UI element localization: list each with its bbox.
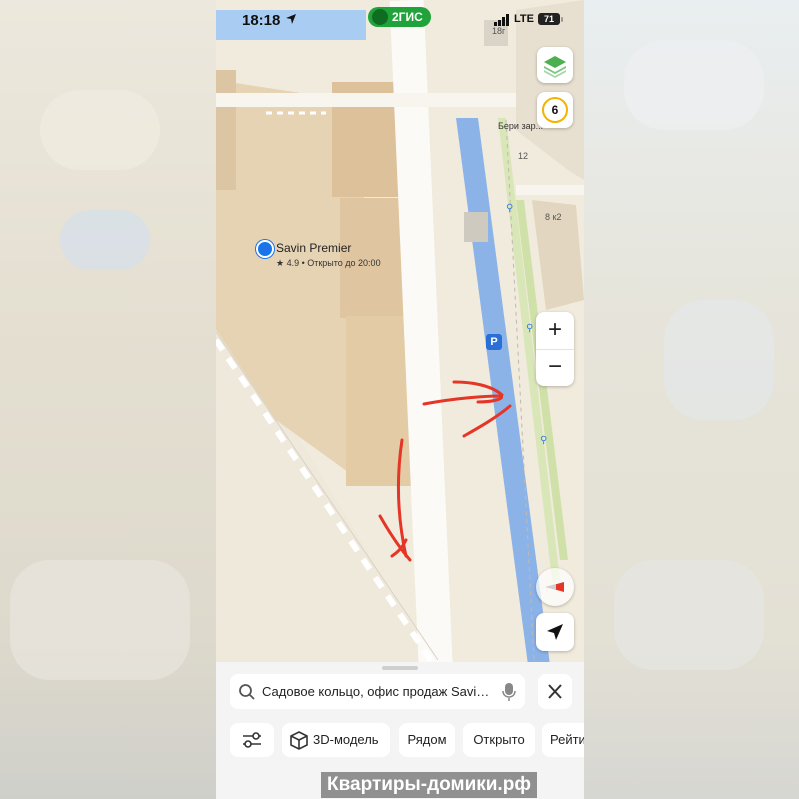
traffic-level: 6 bbox=[542, 97, 568, 123]
chip-label: 3D-модель bbox=[313, 732, 379, 747]
filters-button[interactable] bbox=[230, 723, 274, 757]
search-query: Садовое кольцо, офис продаж Savin Premie… bbox=[262, 684, 494, 699]
bike-icon[interactable]: ⚲ bbox=[506, 204, 518, 214]
navigation-arrow-icon bbox=[547, 624, 563, 640]
chip-open-now[interactable]: Открыто bbox=[463, 723, 535, 757]
close-icon bbox=[548, 684, 562, 699]
zoom-in-button[interactable]: + bbox=[536, 312, 574, 350]
house-number: 12 bbox=[518, 151, 529, 161]
battery-icon: 71 bbox=[538, 13, 560, 25]
2gis-logo-icon bbox=[372, 9, 388, 25]
blurred-background-left bbox=[0, 0, 216, 799]
bike-station-label[interactable]: Бери зар... bbox=[498, 121, 543, 131]
layers-icon bbox=[544, 56, 566, 78]
sheet-handle[interactable] bbox=[382, 666, 418, 670]
chip-nearby[interactable]: Рядом bbox=[399, 723, 455, 757]
chip-rating[interactable]: Рейтинг bbox=[542, 723, 584, 757]
zoom-out-button[interactable]: − bbox=[536, 349, 574, 386]
network-type: LTE bbox=[514, 13, 534, 25]
compass-button[interactable] bbox=[536, 568, 574, 606]
compass-icon bbox=[546, 582, 564, 592]
app-badge-label: 2ГИС bbox=[392, 10, 423, 24]
battery-tip bbox=[561, 17, 563, 22]
app-badge[interactable]: 2ГИС bbox=[368, 7, 431, 27]
chip-3d-model[interactable]: 3D-модель bbox=[282, 723, 390, 757]
zoom-control: + − bbox=[536, 312, 574, 386]
microphone-icon[interactable] bbox=[502, 682, 516, 702]
blurred-background-right bbox=[584, 0, 799, 799]
close-search-button[interactable] bbox=[538, 674, 572, 709]
bike-icon[interactable]: ⚲ bbox=[540, 436, 552, 446]
filter-chips: 3D-модель Рядом Открыто Рейтинг bbox=[230, 723, 584, 759]
phone-screen: 18г 8 к2 Бери зар... 12 P ⚲ ⚲ ⚲ Savin Pr… bbox=[216, 0, 584, 799]
status-bar: 18:18 2ГИС LTE 71 bbox=[216, 0, 584, 40]
location-arrow-icon bbox=[286, 14, 296, 24]
filter-sliders-icon bbox=[243, 732, 261, 748]
parking-icon[interactable]: P bbox=[486, 334, 502, 350]
my-location-button[interactable] bbox=[536, 613, 574, 651]
traffic-button[interactable]: 6 bbox=[537, 92, 573, 128]
poi-name: Savin Premier bbox=[276, 241, 352, 255]
cube-icon bbox=[290, 731, 308, 750]
poi-rating-hours: ★ 4.9 • Открыто до 20:00 bbox=[276, 258, 381, 268]
clock: 18:18 bbox=[242, 12, 281, 29]
bottom-sheet: Садовое кольцо, офис продаж Savin Premie… bbox=[216, 662, 584, 799]
building-number: 8 к2 bbox=[545, 212, 562, 222]
search-field[interactable]: Садовое кольцо, офис продаж Savin Premie… bbox=[230, 674, 525, 709]
search-icon bbox=[239, 684, 255, 700]
layers-button[interactable] bbox=[537, 47, 573, 83]
map-canvas[interactable]: 18г 8 к2 Бери зар... 12 P ⚲ ⚲ ⚲ Savin Pr… bbox=[216, 0, 584, 667]
location-pin-icon bbox=[256, 240, 274, 258]
signal-icon bbox=[494, 14, 509, 26]
watermark-text: Квартиры-домики.рф bbox=[321, 772, 537, 798]
